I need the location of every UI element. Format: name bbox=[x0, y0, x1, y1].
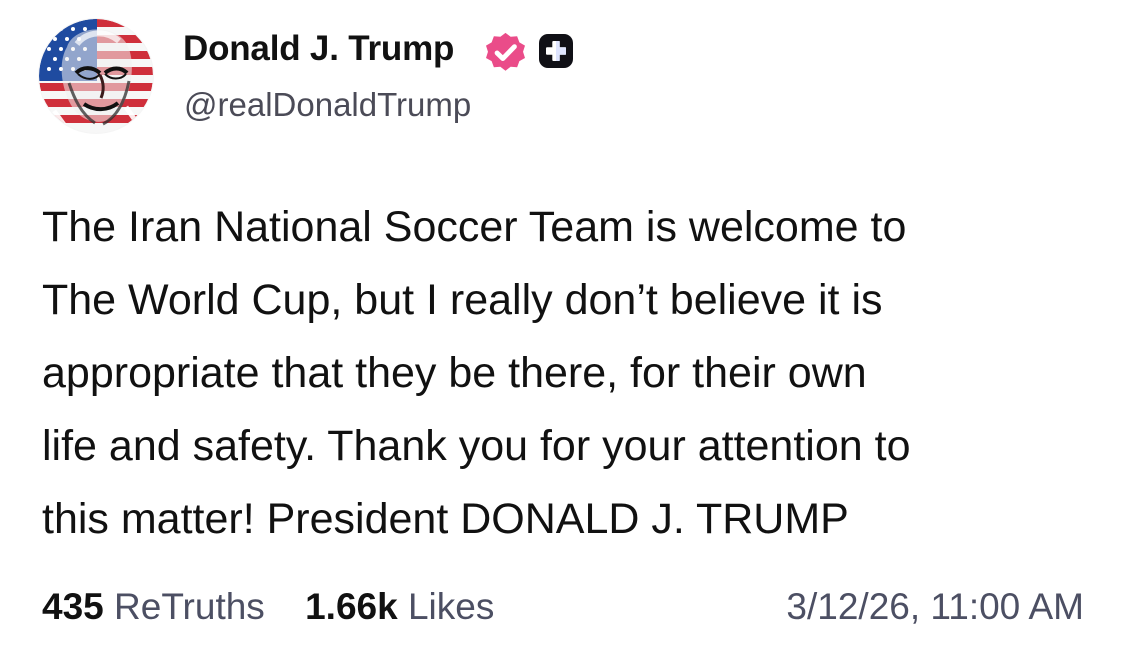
retruths-stat[interactable]: 435 ReTruths bbox=[42, 583, 265, 631]
retruths-label: ReTruths bbox=[114, 586, 265, 627]
author-handle[interactable]: @realDonaldTrump bbox=[184, 84, 471, 126]
plus-badge-icon bbox=[537, 32, 575, 70]
retruths-count: 435 bbox=[42, 586, 104, 627]
truth-post-card: Donald J. Trump @realDonaldTrump The Ira… bbox=[0, 0, 1126, 664]
likes-stat[interactable]: 1.66k Likes bbox=[305, 583, 494, 631]
verified-badge-icon bbox=[483, 30, 528, 75]
post-timestamp[interactable]: 3/12/26, 11:00 AM bbox=[786, 583, 1084, 631]
post-text: The Iran National Soccer Team is welcome… bbox=[42, 203, 911, 543]
author-display-name[interactable]: Donald J. Trump bbox=[183, 27, 454, 71]
flag-portrait-avatar-icon bbox=[39, 19, 153, 133]
likes-label: Likes bbox=[407, 586, 495, 627]
avatar[interactable] bbox=[39, 19, 153, 133]
engagement-stats: 435 ReTruths 1.66k Likes bbox=[42, 583, 524, 631]
likes-count: 1.66k bbox=[305, 586, 398, 627]
